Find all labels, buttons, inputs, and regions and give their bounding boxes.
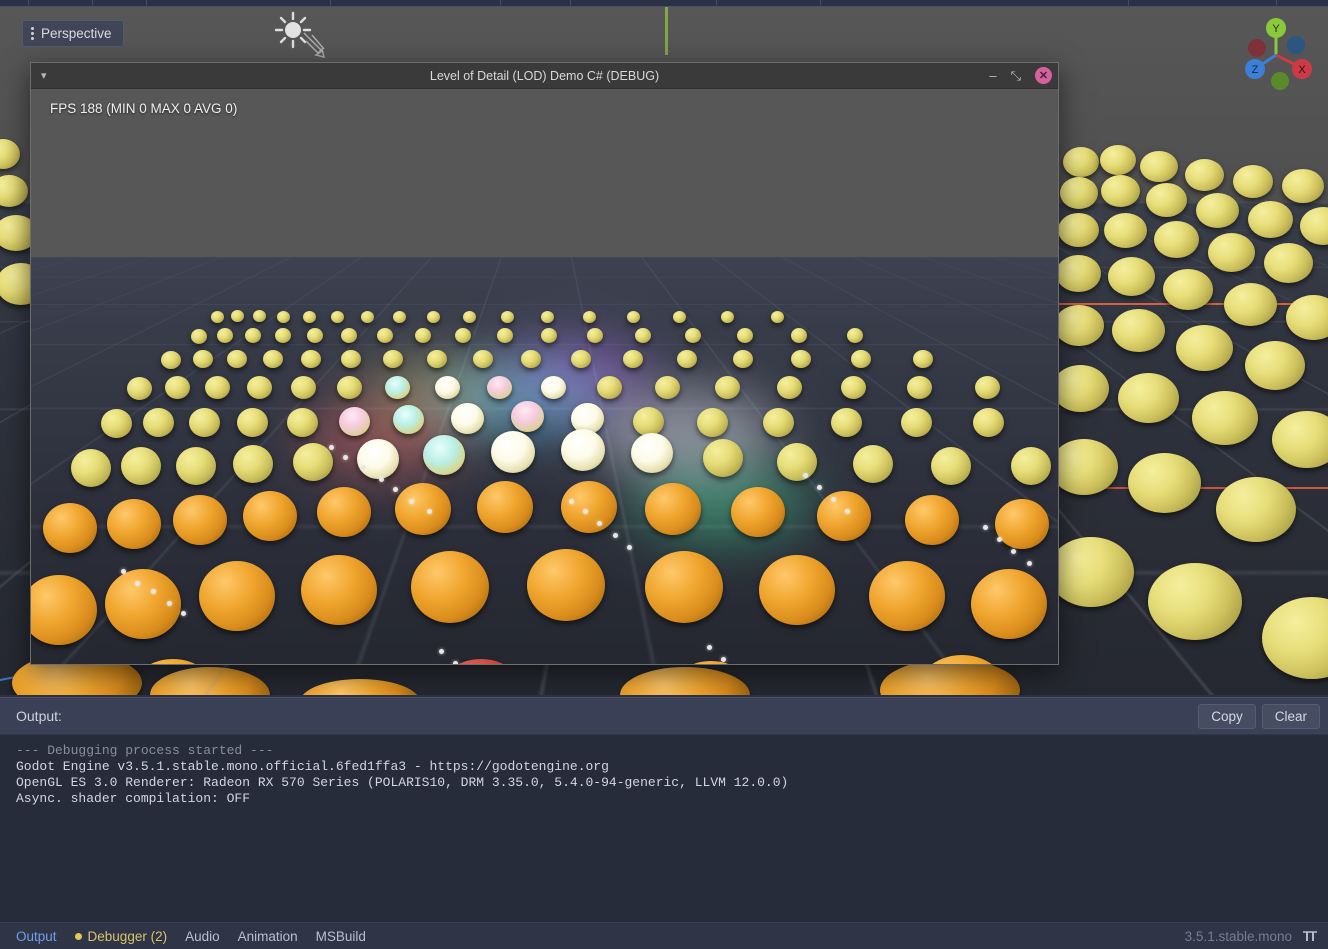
3d-viewport[interactable]: Perspective Y X Z ▾ Level of Detail (LOD… — [0, 7, 1328, 695]
resize-grip-icon[interactable] — [1302, 929, 1318, 943]
output-log[interactable]: --- Debugging process started --- Godot E… — [0, 734, 1328, 922]
dock-tab-debugger-2[interactable]: Debugger (2) — [74, 928, 168, 944]
perspective-chip[interactable]: Perspective — [22, 20, 124, 47]
game-window-title: Level of Detail (LOD) Demo C# (DEBUG) — [429, 68, 660, 83]
dock-tab-output[interactable]: Output — [16, 929, 57, 944]
log-line: Async. shader compilation: OFF — [16, 791, 251, 806]
close-button[interactable]: ✕ — [1035, 67, 1052, 84]
maximize-button[interactable]: ⤡ — [1011, 69, 1021, 82]
log-line: OpenGL ES 3.0 Renderer: Radeon RX 570 Se… — [16, 775, 789, 790]
game-window[interactable]: ▾ Level of Detail (LOD) Demo C# (DEBUG) … — [30, 62, 1059, 665]
game-viewport[interactable]: FPS 188 (MIN 0 MAX 0 AVG 0) — [31, 89, 1058, 664]
dock-tab-audio[interactable]: Audio — [185, 929, 220, 944]
log-line: --- Debugging process started --- — [16, 743, 274, 758]
editor-toolbar-strip — [0, 0, 1328, 7]
perspective-label: Perspective — [41, 26, 112, 41]
bottom-statusbar: Output Debugger (2) Audio Animation MSBuild … — [0, 922, 1328, 949]
godot-editor-window: Perspective Y X Z ▾ Level of Detail (LOD… — [0, 0, 1328, 949]
dock-tab-animation[interactable]: Animation — [238, 929, 298, 944]
output-title: Output: — [16, 708, 62, 724]
dock-tab-label: MSBuild — [315, 928, 366, 944]
game-window-titlebar[interactable]: ▾ Level of Detail (LOD) Demo C# (DEBUG) … — [31, 63, 1058, 89]
game-sky — [31, 89, 1058, 284]
three-dots-vertical-icon[interactable] — [31, 27, 34, 40]
output-dock: Output: Copy Clear --- Debugging process… — [0, 697, 1328, 949]
axis-label-x: X — [1298, 64, 1306, 76]
chevron-down-icon[interactable]: ▾ — [41, 69, 47, 82]
dock-tab-label: Debugger (2) — [87, 928, 168, 944]
engine-version-label: 3.5.1.stable.mono — [1184, 928, 1292, 944]
axis-label-z: Z — [1252, 64, 1259, 76]
dock-tab-msbuild[interactable]: MSBuild — [316, 929, 366, 944]
minimize-button[interactable]: – — [989, 69, 996, 82]
log-line: Godot Engine v3.5.1.stable.mono.official… — [16, 759, 609, 774]
fps-overlay: FPS 188 (MIN 0 MAX 0 AVG 0) — [50, 101, 238, 116]
clear-button[interactable]: Clear — [1261, 703, 1320, 729]
dock-tab-label: Animation — [237, 928, 298, 944]
copy-button[interactable]: Copy — [1198, 703, 1256, 729]
dock-tab-label: Audio — [185, 928, 220, 944]
axis-label-y: Y — [1272, 23, 1280, 35]
output-dock-header: Output: Copy Clear — [0, 697, 1328, 734]
axis-gizmo[interactable]: Y X Z — [1232, 11, 1320, 97]
status-dot-icon — [74, 932, 82, 940]
dock-tabs: Output Debugger (2) Audio Animation MSBuild — [16, 929, 384, 944]
axis-line-y — [665, 7, 668, 55]
dock-tab-label: Output — [16, 928, 57, 944]
directional-light-icon[interactable] — [266, 9, 336, 61]
